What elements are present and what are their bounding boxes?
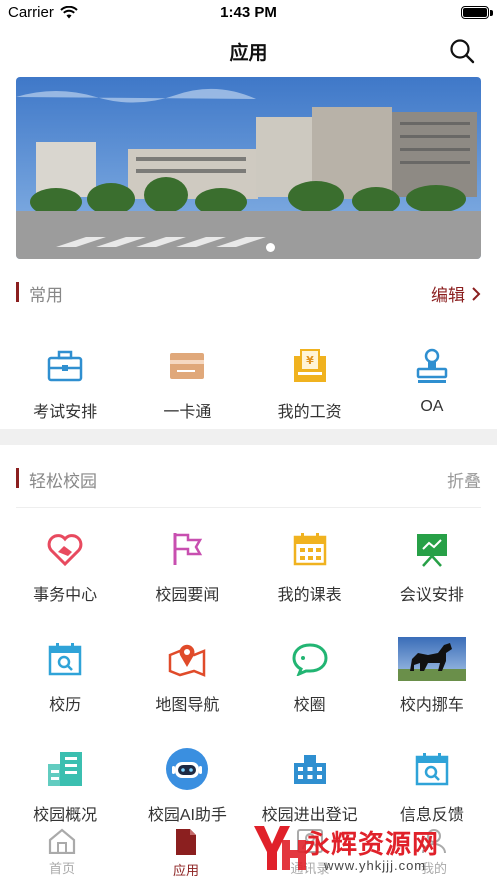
watermark-logo-icon xyxy=(254,826,306,870)
app-campus-ai-assistant[interactable]: 校园AI助手 xyxy=(126,747,248,825)
app-campus-circle[interactable]: 校圈 xyxy=(249,637,371,715)
watermark-url: www.yhkjjj.com xyxy=(324,858,427,873)
feedback-calendar-icon xyxy=(410,747,454,791)
watermark: 永辉资源网 www.yhkjjj.com xyxy=(250,818,472,878)
calendar-grid-icon xyxy=(288,527,332,571)
campus-apps-grid: 事务中心 校园要闻 我的课表 会议安排 校历 地图导航 校圈 校内挪车 校园概况… xyxy=(4,527,493,825)
register-building-icon xyxy=(288,747,332,791)
chat-bubble-icon xyxy=(288,637,332,681)
app-my-salary[interactable]: ¥ 我的工资 xyxy=(249,344,371,422)
common-apps-grid: 考试安排 一卡通 ¥ 我的工资 OA xyxy=(4,344,493,422)
card-icon xyxy=(165,344,209,388)
carousel-dot[interactable] xyxy=(266,243,275,252)
tab-home[interactable]: 首页 xyxy=(22,828,102,877)
app-oa[interactable]: OA xyxy=(371,344,493,422)
stamp-icon xyxy=(410,344,454,388)
section-divider xyxy=(0,429,497,445)
section-title: 常用 xyxy=(29,286,63,305)
collapse-button[interactable]: 折叠 xyxy=(447,467,481,492)
campus-banner-image xyxy=(16,77,481,259)
page-title: 应用 xyxy=(229,43,268,64)
tab-apps[interactable]: 应用 xyxy=(146,828,226,879)
status-bar: Carrier 1:43 PM xyxy=(0,0,497,26)
app-info-feedback[interactable]: 信息反馈 xyxy=(371,747,493,825)
home-icon xyxy=(48,828,76,854)
building-icon xyxy=(43,747,87,791)
heart-hand-icon xyxy=(43,527,87,571)
robot-icon xyxy=(165,747,209,791)
presentation-icon xyxy=(410,527,454,571)
app-campus-entry-registration[interactable]: 校园进出登记 xyxy=(249,747,371,825)
common-section-header: 常用 编辑 xyxy=(16,280,481,306)
apps-icon xyxy=(176,829,196,855)
watermark-text: 永辉资源网 xyxy=(304,829,440,859)
calendar-search-icon xyxy=(43,637,87,681)
section-title: 轻松校园 xyxy=(29,472,97,491)
chevron-right-icon xyxy=(472,286,481,301)
campus-section-header: 轻松校园 折叠 xyxy=(16,466,481,492)
app-exam-schedule[interactable]: 考试安排 xyxy=(4,344,126,422)
app-my-timetable[interactable]: 我的课表 xyxy=(249,527,371,605)
app-school-calendar[interactable]: 校历 xyxy=(4,637,126,715)
battery-icon xyxy=(461,6,489,19)
app-affairs-center[interactable]: 事务中心 xyxy=(4,527,126,605)
map-pin-icon xyxy=(165,637,209,681)
salary-icon: ¥ xyxy=(288,344,332,388)
divider xyxy=(16,507,481,508)
app-campus-news[interactable]: 校园要闻 xyxy=(126,527,248,605)
flag-icon xyxy=(165,527,209,571)
app-map-navigation[interactable]: 地图导航 xyxy=(126,637,248,715)
app-campus-card[interactable]: 一卡通 xyxy=(126,344,248,422)
app-meeting-schedule[interactable]: 会议安排 xyxy=(371,527,493,605)
horse-photo-icon xyxy=(397,637,466,681)
briefcase-icon xyxy=(43,344,87,388)
edit-button[interactable]: 编辑 xyxy=(431,281,481,306)
banner-carousel[interactable] xyxy=(16,77,481,259)
nav-bar: 应用 xyxy=(0,26,497,74)
clock: 1:43 PM xyxy=(220,4,277,21)
svg-text:¥: ¥ xyxy=(306,354,314,367)
app-campus-overview[interactable]: 校园概况 xyxy=(4,747,126,825)
app-campus-car-moving[interactable]: 校内挪车 xyxy=(371,637,493,715)
search-icon[interactable] xyxy=(449,38,475,64)
